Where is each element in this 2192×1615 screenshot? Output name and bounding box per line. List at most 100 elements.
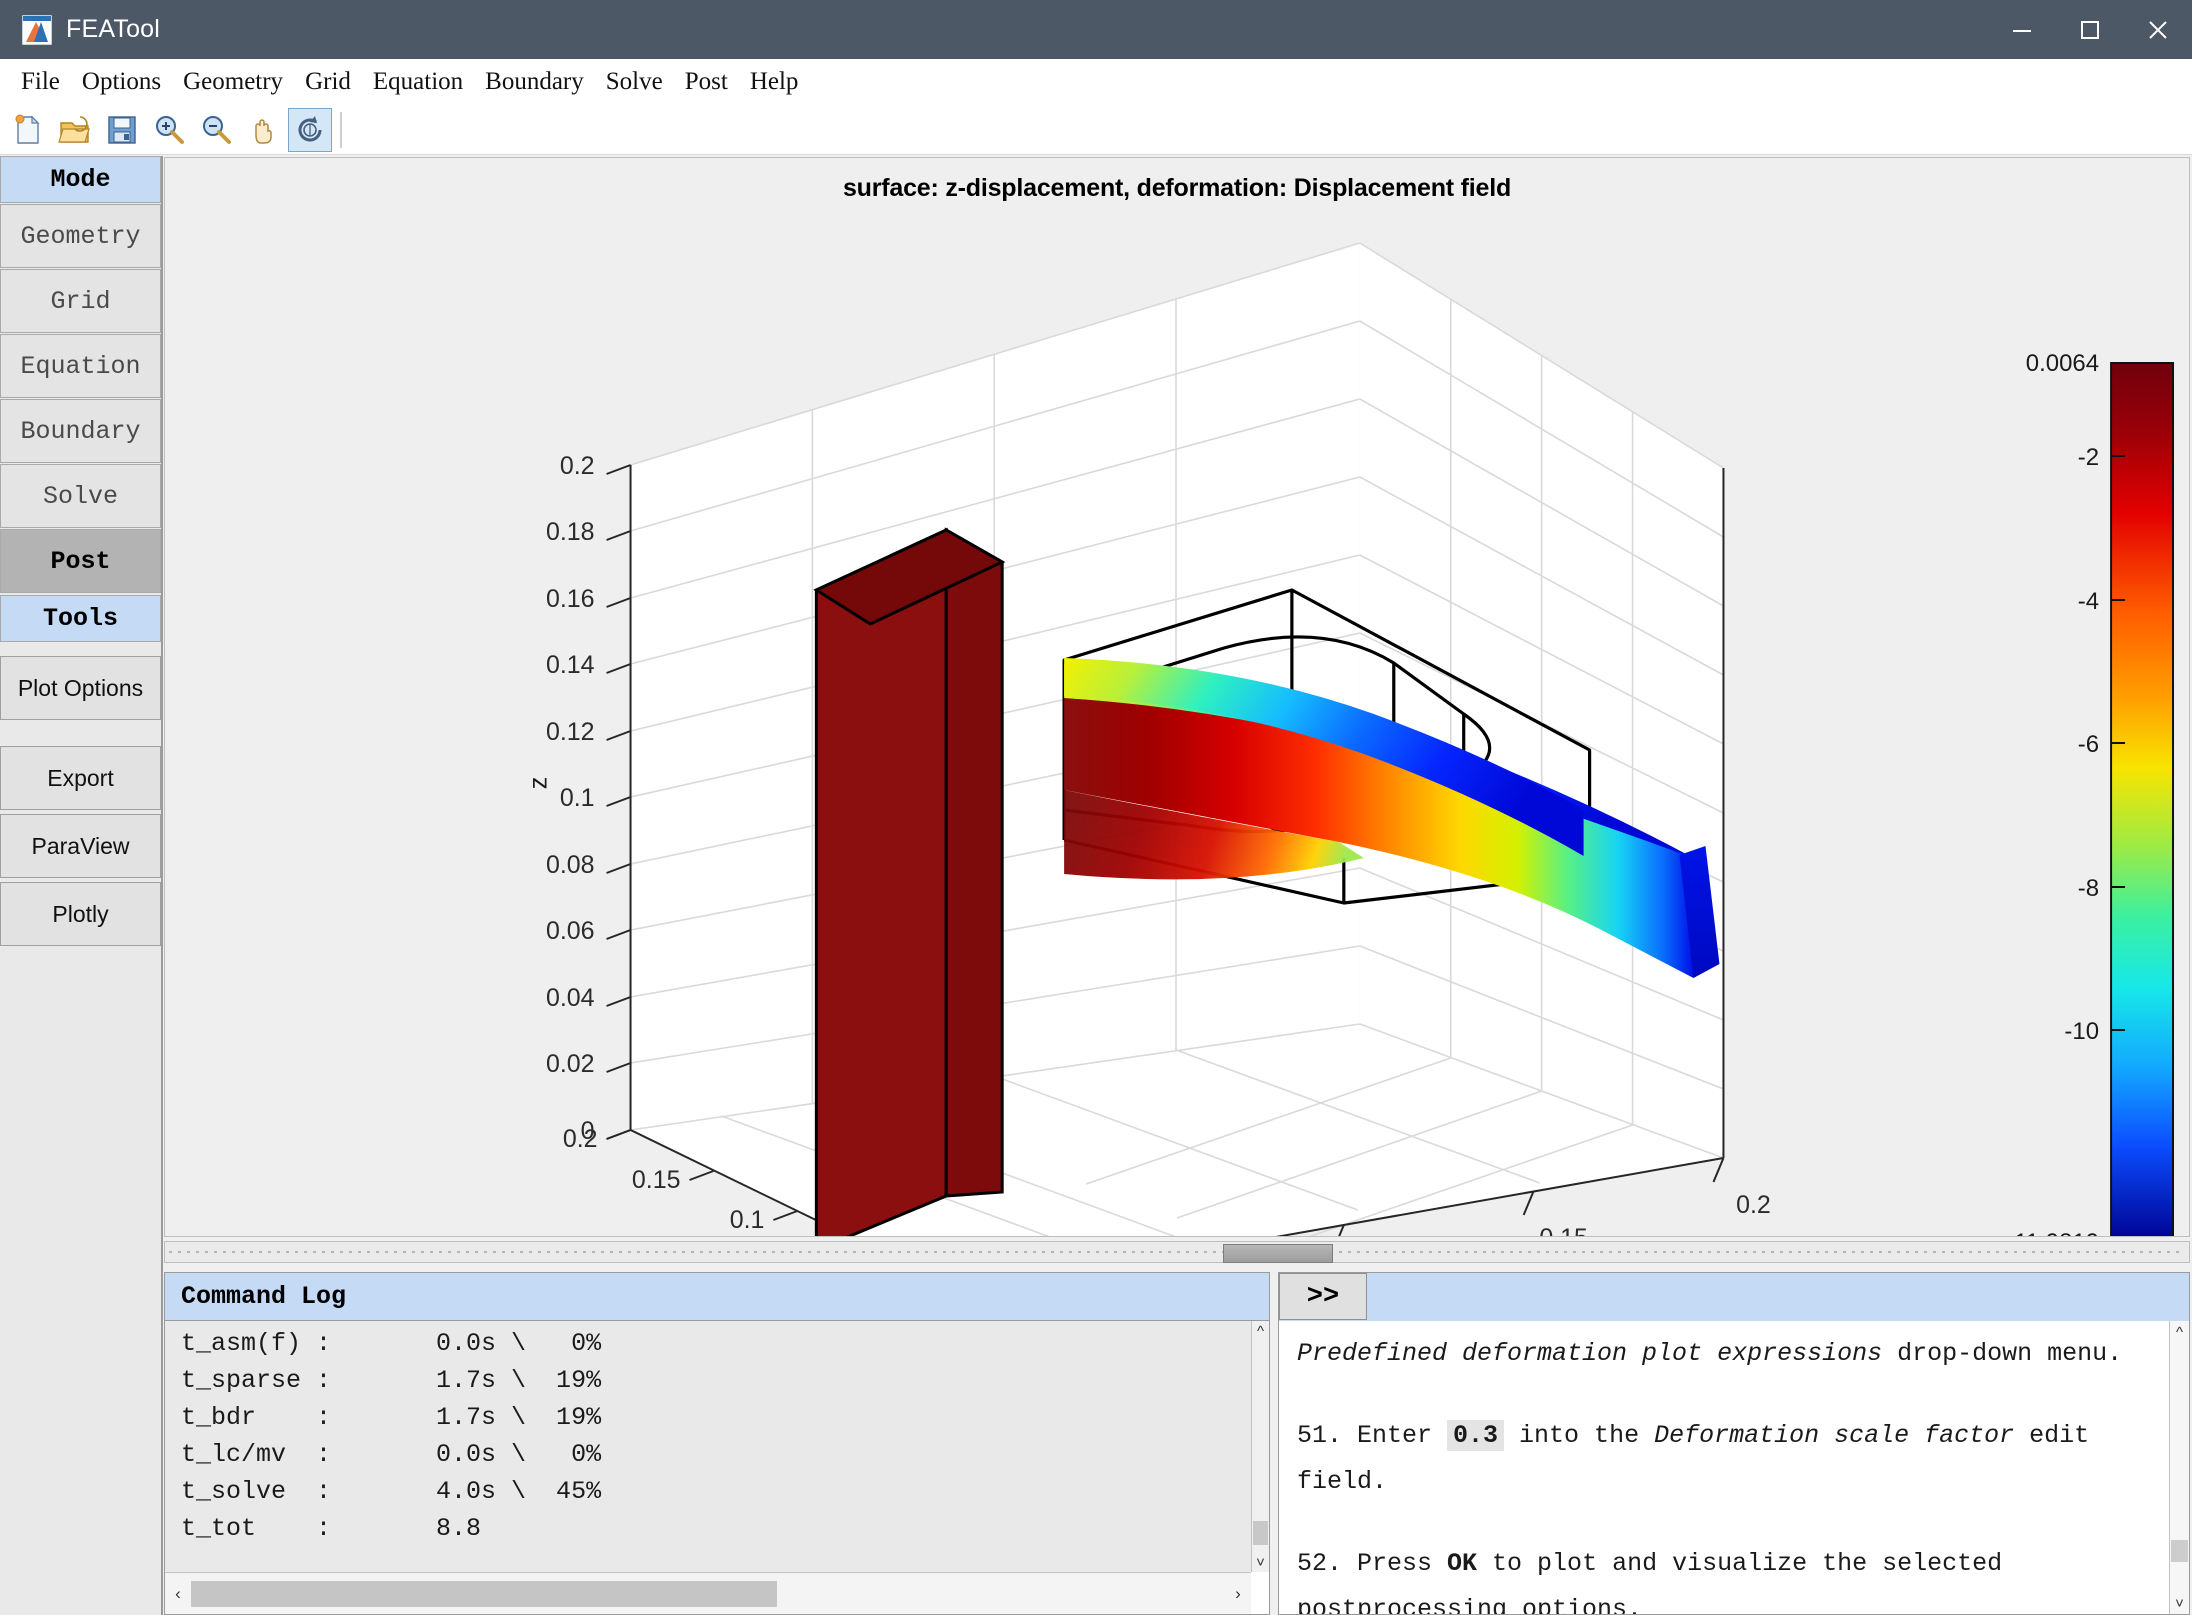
colorbar-label-min: -11.9819	[2006, 1229, 2099, 1236]
colorbar: 0.0064 -2 -4 -6 -8 -10 -11.9819 ×10 -6	[2006, 350, 2175, 1236]
z-tick-label: 0.02	[546, 1050, 595, 1078]
command-log-vertical-scrollbar[interactable]: ^ ˅	[1251, 1321, 1269, 1572]
scroll-left-icon[interactable]: ‹	[165, 1584, 191, 1604]
toolbar	[0, 105, 2192, 155]
menu-item-equation[interactable]: Equation	[362, 66, 474, 98]
z-tick-label: 0.06	[546, 917, 595, 945]
z-tick-label: 0.14	[546, 651, 595, 679]
scroll-up-icon[interactable]: ^	[1252, 1321, 1269, 1341]
colorbar-label: -2	[2078, 444, 2099, 471]
tutorial-span: drop-down menu.	[1882, 1339, 2123, 1368]
menu-item-post[interactable]: Post	[674, 66, 739, 98]
sidebar-item-equation[interactable]: Equation	[0, 334, 161, 398]
plotly-button[interactable]: Plotly	[0, 882, 161, 946]
title-bar: FEATool	[0, 0, 2192, 59]
sidebar-mode-header: Mode	[0, 156, 161, 203]
z-tick-label: 0.04	[546, 984, 595, 1012]
z-tick-label: 0.2	[560, 452, 595, 480]
plot-canvas: 0.2 0.18 0.16 0.14 0.12 0.1 0.08 0.06 0.…	[525, 242, 2175, 1236]
z-axis-label: z	[525, 777, 553, 789]
minimize-icon[interactable]	[1988, 0, 2056, 59]
tutorial-span: 51. Enter	[1297, 1421, 1448, 1450]
tutorial-vertical-scrollbar[interactable]: ^ ˅	[2169, 1321, 2189, 1614]
command-log-horizontal-scrollbar[interactable]: ‹ ›	[165, 1572, 1251, 1614]
featool-application-window: FEATool File Options Geometry Grid Equat…	[0, 0, 2192, 1615]
sidebar-item-boundary[interactable]: Boundary	[0, 399, 161, 463]
command-log-hscroll-track[interactable]	[191, 1580, 1225, 1607]
sidebar-item-geometry[interactable]: Geometry	[0, 204, 161, 268]
tutorial-paragraph: 52. Press OK to plot and visualize the s…	[1297, 1541, 2155, 1614]
tutorial-span: Predefined deformation plot expressions	[1297, 1339, 1883, 1368]
tutorial-span: OK	[1447, 1549, 1478, 1578]
sidebar-tools-header: Tools	[0, 595, 161, 642]
scroll-down-icon[interactable]: ˅	[2170, 1592, 2189, 1614]
tutorial-next-button[interactable]: >>	[1279, 1273, 1367, 1320]
tutorial-header: >>	[1279, 1273, 2189, 1322]
command-log-header: Command Log	[165, 1273, 1269, 1321]
tutorial-span: into the	[1504, 1421, 1655, 1450]
x-tick-label: 0.2	[1736, 1191, 1771, 1219]
slider-track	[169, 1251, 2185, 1253]
scroll-down-icon[interactable]: ˅	[1252, 1552, 1269, 1572]
tutorial-panel: >> Predefined deformation plot expressio…	[1278, 1272, 2190, 1615]
colorbar-label: -4	[2078, 588, 2099, 615]
menu-item-solve[interactable]: Solve	[595, 66, 674, 98]
command-log-text: t_asm(f) : 0.0s \ 0% t_sparse : 1.7s \ 1…	[181, 1329, 602, 1543]
pan-hand-icon[interactable]	[241, 108, 285, 152]
plot-options-button[interactable]: Plot Options	[0, 656, 161, 720]
save-floppy-icon[interactable]	[100, 108, 144, 152]
z-tick-label: 0.12	[546, 718, 595, 746]
plot-panel[interactable]: surface: z-displacement, deformation: Di…	[164, 157, 2190, 1237]
sidebar: Mode Geometry Grid Equation Boundary Sol…	[0, 156, 163, 1615]
close-icon[interactable]	[2124, 0, 2192, 59]
command-log-vscroll-thumb[interactable]	[1253, 1521, 1268, 1545]
maximize-icon[interactable]	[2056, 0, 2124, 59]
z-tick-label: 0.1	[560, 784, 595, 812]
colorbar-label: -10	[2064, 1018, 2099, 1045]
tutorial-body: Predefined deformation plot expressions …	[1279, 1321, 2169, 1614]
tutorial-value: 0.3	[1447, 1420, 1505, 1451]
y-tick-label: 0.15	[632, 1166, 681, 1194]
menu-item-file[interactable]: File	[10, 66, 71, 98]
zoom-out-icon[interactable]	[194, 108, 238, 152]
tutorial-vscroll-thumb[interactable]	[2171, 1540, 2188, 1562]
z-axis-tick-labels: 0.2 0.18 0.16 0.14 0.12 0.1 0.08 0.06 0.…	[546, 452, 595, 1145]
export-button[interactable]: Export	[0, 746, 161, 810]
zoom-in-icon[interactable]	[147, 108, 191, 152]
sidebar-item-post[interactable]: Post	[0, 529, 161, 593]
menu-item-help[interactable]: Help	[739, 66, 810, 98]
x-tick-label: 0.15	[1539, 1224, 1588, 1236]
plot-horizontal-slider[interactable]	[164, 1241, 2190, 1263]
featool-logo-icon	[22, 14, 52, 45]
new-file-icon[interactable]	[6, 108, 50, 152]
z-tick-label: 0.18	[546, 518, 595, 546]
command-log-panel: Command Log t_asm(f) : 0.0s \ 0% t_spars…	[164, 1272, 1270, 1615]
colorbar-label: -6	[2078, 731, 2099, 758]
scroll-up-icon[interactable]: ^	[2170, 1321, 2189, 1343]
sidebar-item-grid[interactable]: Grid	[0, 269, 161, 333]
tutorial-span: Deformation scale factor	[1654, 1421, 2015, 1450]
sidebar-item-solve[interactable]: Solve	[0, 464, 161, 528]
menu-item-grid[interactable]: Grid	[294, 66, 362, 98]
rotate-3d-icon[interactable]	[288, 107, 332, 152]
scroll-right-icon[interactable]: ›	[1225, 1584, 1251, 1604]
colorbar-label-max: 0.0064	[2026, 350, 2099, 377]
fixed-wall-plate	[813, 527, 1006, 1236]
menu-item-options[interactable]: Options	[71, 66, 172, 98]
slider-thumb[interactable]	[1223, 1244, 1333, 1263]
tutorial-span: 52. Press	[1297, 1549, 1448, 1578]
colorbar-label: -8	[2078, 875, 2099, 902]
toolbar-separator	[340, 111, 342, 148]
z-tick-label: 0.08	[546, 851, 595, 879]
open-folder-icon[interactable]	[53, 108, 97, 152]
tutorial-paragraph: Predefined deformation plot expressions …	[1297, 1331, 2155, 1377]
command-log-body: t_asm(f) : 0.0s \ 0% t_sparse : 1.7s \ 1…	[165, 1321, 1251, 1572]
window-title: FEATool	[66, 15, 161, 43]
command-log-hscroll-thumb[interactable]	[191, 1580, 777, 1607]
menu-item-geometry[interactable]: Geometry	[172, 66, 294, 98]
y-tick-label: 0.1	[730, 1206, 765, 1234]
menu-item-boundary[interactable]: Boundary	[474, 66, 595, 98]
paraview-button[interactable]: ParaView	[0, 814, 161, 878]
